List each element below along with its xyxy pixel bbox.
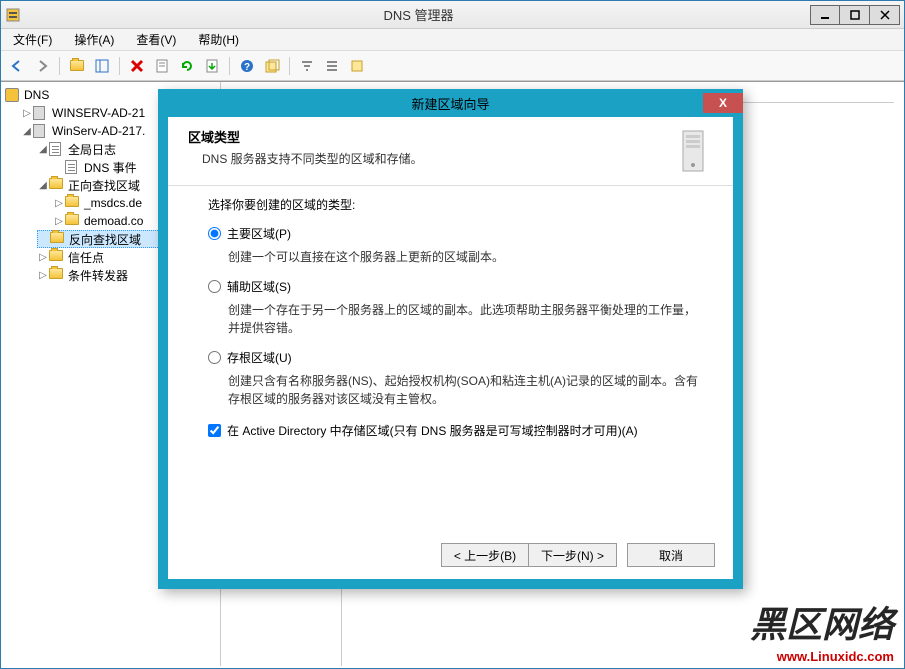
filter-button[interactable] xyxy=(297,56,317,76)
wizard-body: 选择你要创建的区域的类型: 主要区域(P) 创建一个可以直接在这个服务器上更新的… xyxy=(168,186,733,449)
back-button[interactable] xyxy=(7,56,27,76)
folder-icon xyxy=(49,268,63,279)
dns-icon xyxy=(5,88,19,102)
forward-button[interactable] xyxy=(32,56,52,76)
store-in-ad-checkbox[interactable]: 在 Active Directory 中存储区域(只有 DNS 服务器是可写域控… xyxy=(208,422,703,439)
radio-stub-desc: 创建只含有名称服务器(NS)、起始授权机构(SOA)和粘连主机(A)记录的区域的… xyxy=(208,372,703,408)
radio-stub-zone[interactable]: 存根区域(U) xyxy=(208,349,703,366)
menu-action[interactable]: 操作(A) xyxy=(70,29,118,50)
app-icon xyxy=(5,7,21,23)
collapse-icon[interactable]: ◢ xyxy=(21,126,33,137)
back-button[interactable]: < 上一步(B) xyxy=(441,543,529,567)
cancel-button[interactable]: 取消 xyxy=(627,543,715,567)
new-zone-wizard-dialog: 新建区域向导 X 区域类型 DNS 服务器支持不同类型的区域和存储。 选择你要创… xyxy=(158,89,743,589)
wizard-header-subtitle: DNS 服务器支持不同类型的区域和存储。 xyxy=(188,150,669,167)
radio-stub-input[interactable] xyxy=(208,351,221,364)
zone-icon xyxy=(65,196,79,207)
tree-label: 信任点 xyxy=(68,249,104,266)
expand-icon[interactable]: ▷ xyxy=(37,252,49,263)
wizard-title-bar: 新建区域向导 X xyxy=(158,89,743,117)
tree-label: demoad.co xyxy=(84,214,143,228)
refresh-button[interactable] xyxy=(177,56,197,76)
details-button[interactable] xyxy=(347,56,367,76)
tree-label: 全局日志 xyxy=(68,141,116,158)
tree-label: WINSERV-AD-21 xyxy=(52,106,145,120)
radio-primary-input[interactable] xyxy=(208,227,221,240)
menu-help[interactable]: 帮助(H) xyxy=(194,29,243,50)
watermark-brand: 黑区网络 xyxy=(750,596,894,648)
toolbar-separator xyxy=(229,57,230,75)
radio-stub-label: 存根区域(U) xyxy=(227,349,292,366)
toolbar: ? xyxy=(1,51,904,81)
folder-icon xyxy=(50,232,64,243)
server-icon xyxy=(33,106,45,120)
radio-primary-label: 主要区域(P) xyxy=(227,225,291,242)
log-icon xyxy=(49,142,61,156)
expand-icon[interactable]: ▷ xyxy=(37,270,49,281)
tree-label: DNS xyxy=(24,88,49,102)
minimize-button[interactable] xyxy=(810,5,840,25)
wizard-header-title: 区域类型 xyxy=(188,127,669,146)
toolbar-separator xyxy=(119,57,120,75)
tree-label: DNS 事件 xyxy=(84,159,137,176)
window-close-button[interactable] xyxy=(870,5,900,25)
zone-icon xyxy=(65,214,79,225)
list-button[interactable] xyxy=(322,56,342,76)
menu-view[interactable]: 查看(V) xyxy=(132,29,180,50)
svg-text:?: ? xyxy=(244,62,250,73)
window-controls xyxy=(810,5,900,25)
menu-bar: 文件(F) 操作(A) 查看(V) 帮助(H) xyxy=(1,29,904,51)
watermark-url: www.Linuxidc.com xyxy=(777,649,894,664)
folder-icon xyxy=(49,250,63,261)
export-button[interactable] xyxy=(202,56,222,76)
collapse-icon[interactable]: ◢ xyxy=(37,180,49,191)
wizard-prompt: 选择你要创建的区域的类型: xyxy=(208,196,703,213)
wizard-header: 区域类型 DNS 服务器支持不同类型的区域和存储。 xyxy=(168,117,733,186)
show-hide-tree-button[interactable] xyxy=(92,56,112,76)
delete-button[interactable] xyxy=(127,56,147,76)
radio-secondary-zone[interactable]: 辅助区域(S) xyxy=(208,278,703,295)
title-bar: DNS 管理器 xyxy=(1,1,904,29)
radio-primary-desc: 创建一个可以直接在这个服务器上更新的区域副本。 xyxy=(208,248,703,266)
wizard-close-button[interactable]: X xyxy=(703,93,743,113)
tree-label: 条件转发器 xyxy=(68,267,128,284)
radio-primary-zone[interactable]: 主要区域(P) xyxy=(208,225,703,242)
tree-label: 正向查找区域 xyxy=(68,177,140,194)
server-tower-icon xyxy=(669,127,717,175)
radio-secondary-label: 辅助区域(S) xyxy=(227,278,291,295)
folder-icon xyxy=(49,178,63,189)
maximize-button[interactable] xyxy=(840,5,870,25)
expand-icon[interactable]: ▷ xyxy=(21,108,33,119)
tree-label: _msdcs.de xyxy=(84,196,142,210)
new-window-button[interactable] xyxy=(262,56,282,76)
next-button[interactable]: 下一步(N) > xyxy=(529,543,617,567)
server-icon xyxy=(33,124,45,138)
tree-label: 反向查找区域 xyxy=(69,231,141,248)
wizard-footer: < 上一步(B) 下一步(N) > 取消 xyxy=(441,543,715,567)
toolbar-separator xyxy=(289,57,290,75)
store-in-ad-input[interactable] xyxy=(208,424,221,437)
event-icon xyxy=(65,160,77,174)
window-title: DNS 管理器 xyxy=(27,5,810,24)
properties-button[interactable] xyxy=(152,56,172,76)
radio-secondary-desc: 创建一个存在于另一个服务器上的区域的副本。此选项帮助主服务器平衡处理的工作量，并… xyxy=(208,301,703,337)
wizard-title: 新建区域向导 xyxy=(158,94,703,113)
toolbar-separator xyxy=(59,57,60,75)
up-button[interactable] xyxy=(67,56,87,76)
menu-file[interactable]: 文件(F) xyxy=(9,29,56,50)
collapse-icon[interactable]: ◢ xyxy=(37,144,49,155)
expand-icon[interactable]: ▷ xyxy=(53,216,65,227)
dns-manager-window: DNS 管理器 文件(F) 操作(A) 查看(V) 帮助(H) ? xyxy=(0,0,905,669)
help-button[interactable]: ? xyxy=(237,56,257,76)
store-in-ad-label: 在 Active Directory 中存储区域(只有 DNS 服务器是可写域控… xyxy=(227,422,638,439)
expand-icon[interactable]: ▷ xyxy=(53,198,65,209)
radio-secondary-input[interactable] xyxy=(208,280,221,293)
tree-label: WinServ-AD-217. xyxy=(52,124,145,138)
